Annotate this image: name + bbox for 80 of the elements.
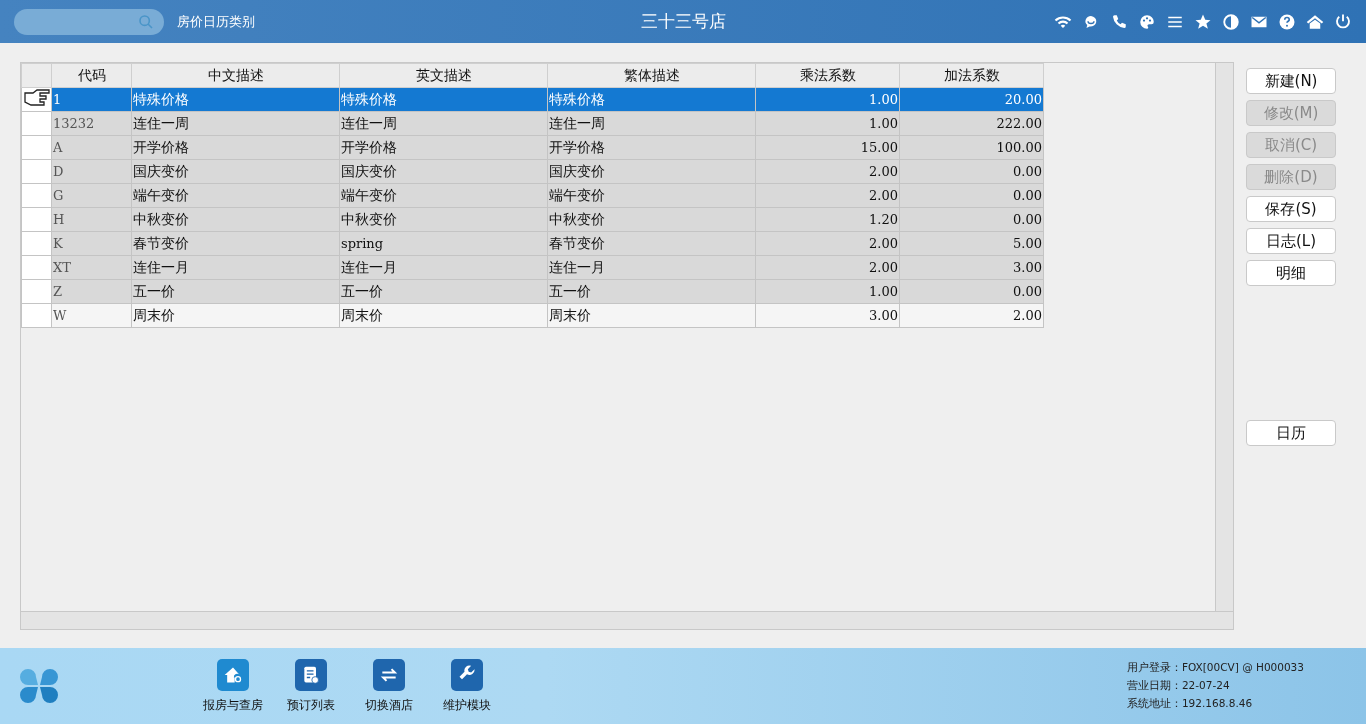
status-line: 系统地址：192.168.8.46 bbox=[1126, 697, 1254, 711]
table-cell: 连住一月 bbox=[339, 255, 548, 280]
search-field[interactable] bbox=[14, 8, 164, 35]
table-cell: 周末价 bbox=[131, 303, 340, 328]
table-cell: 15.00 bbox=[755, 135, 900, 160]
action-button[interactable]: 新建(N) bbox=[1246, 68, 1336, 94]
column-header[interactable]: 英文描述 bbox=[339, 63, 548, 88]
table-cell: 1.00 bbox=[755, 87, 900, 112]
store-name: 三十三号店 bbox=[640, 10, 726, 33]
table-cell: 周末价 bbox=[547, 303, 756, 328]
four-petal-logo-icon[interactable] bbox=[20, 667, 58, 705]
module-button[interactable]: 维护模块 bbox=[434, 658, 500, 714]
column-header[interactable]: 加法系数 bbox=[899, 63, 1044, 88]
table-cell: 0.00 bbox=[899, 183, 1044, 208]
action-button[interactable]: 保存(S) bbox=[1246, 196, 1336, 222]
table-cell: 0.00 bbox=[899, 279, 1044, 304]
table-cell: 连住一周 bbox=[547, 111, 756, 136]
table-cell: 5.00 bbox=[899, 231, 1044, 256]
table-cell: 特殊价格 bbox=[547, 87, 756, 112]
table-cell: 五一价 bbox=[547, 279, 756, 304]
table-cell: 春节变价 bbox=[547, 231, 756, 256]
table-cell: 连住一月 bbox=[547, 255, 756, 280]
status-line: 用户登录：FOX[00CV] @ H000033 bbox=[1126, 661, 1304, 675]
table-cell: 1.20 bbox=[755, 207, 900, 232]
palette-icon[interactable] bbox=[1138, 12, 1156, 31]
table-cell: 五一价 bbox=[131, 279, 340, 304]
table-cell: 特殊价格 bbox=[339, 87, 548, 112]
table-cell: 中秋变价 bbox=[131, 207, 340, 232]
phone-icon[interactable] bbox=[1110, 12, 1128, 31]
table-cell: 连住一月 bbox=[131, 255, 340, 280]
table-cell: 特殊价格 bbox=[131, 87, 340, 112]
column-header[interactable]: 乘法系数 bbox=[755, 63, 900, 88]
table-cell: 2.00 bbox=[755, 159, 900, 184]
column-header[interactable]: 中文描述 bbox=[131, 63, 340, 88]
table-cell: 周末价 bbox=[339, 303, 548, 328]
action-button[interactable]: 明细 bbox=[1246, 260, 1336, 286]
table-cell: 春节变价 bbox=[131, 231, 340, 256]
table-cell: 2.00 bbox=[755, 231, 900, 256]
table-cell: 3.00 bbox=[899, 255, 1044, 280]
table-cell: 20.00 bbox=[899, 87, 1044, 112]
table-cell: 1.00 bbox=[755, 111, 900, 136]
table-cell: 端午变价 bbox=[547, 183, 756, 208]
table-cell: 端午变价 bbox=[339, 183, 548, 208]
column-header[interactable]: 繁体描述 bbox=[547, 63, 756, 88]
column-header[interactable]: 代码 bbox=[51, 63, 132, 88]
table-cell: 开学价格 bbox=[131, 135, 340, 160]
table-cell: 0.00 bbox=[899, 207, 1044, 232]
table-cell: 国庆变价 bbox=[547, 159, 756, 184]
table-cell: 2.00 bbox=[755, 183, 900, 208]
half-circle-icon[interactable] bbox=[1222, 12, 1240, 31]
document-clock-icon bbox=[301, 664, 321, 685]
table-cell: 中秋变价 bbox=[547, 207, 756, 232]
table-cell: 五一价 bbox=[339, 279, 548, 304]
table-cell: 3.00 bbox=[755, 303, 900, 328]
calendar-button[interactable]: 日历 bbox=[1246, 420, 1336, 446]
table-cell: 开学价格 bbox=[339, 135, 548, 160]
table-cell: 连住一周 bbox=[339, 111, 548, 136]
table-cell: 2.00 bbox=[755, 255, 900, 280]
power-icon[interactable] bbox=[1334, 12, 1352, 31]
page-title: 房价日历类别 bbox=[177, 12, 255, 31]
action-button[interactable]: 日志(L) bbox=[1246, 228, 1336, 254]
table-cell: 国庆变价 bbox=[131, 159, 340, 184]
module-button[interactable]: 预订列表 bbox=[278, 658, 344, 714]
table-cell: spring bbox=[339, 231, 548, 256]
vertical-scrollbar[interactable] bbox=[1215, 63, 1233, 611]
help-icon[interactable] bbox=[1278, 12, 1296, 31]
module-button[interactable]: 切换酒店 bbox=[356, 658, 422, 714]
table-cell: 中秋变价 bbox=[339, 207, 548, 232]
table-cell: 连住一周 bbox=[131, 111, 340, 136]
table-cell: 222.00 bbox=[899, 111, 1044, 136]
table-cell: 2.00 bbox=[899, 303, 1044, 328]
table-cell: 端午变价 bbox=[131, 183, 340, 208]
table-cell: 100.00 bbox=[899, 135, 1044, 160]
table-cell: 0.00 bbox=[899, 159, 1044, 184]
horizontal-scrollbar[interactable] bbox=[21, 611, 1233, 629]
table-cell: 1.00 bbox=[755, 279, 900, 304]
table-cell: 开学价格 bbox=[547, 135, 756, 160]
module-button[interactable]: 报房与查房 bbox=[200, 658, 266, 714]
status-line: 营业日期：22-07-24 bbox=[1126, 679, 1231, 693]
table-cell: 国庆变价 bbox=[339, 159, 548, 184]
